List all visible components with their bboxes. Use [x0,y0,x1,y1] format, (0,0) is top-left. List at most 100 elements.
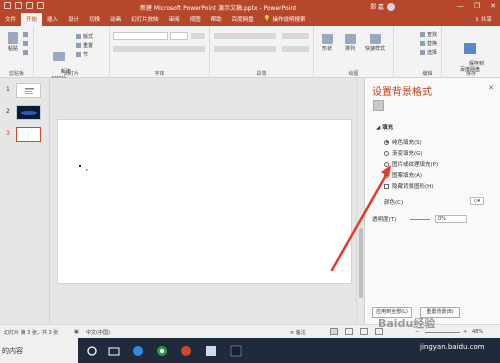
align-buttons[interactable] [214,46,276,52]
tab-slideshow[interactable]: 幻灯片放映 [126,13,164,26]
thumbnail-1-preview [25,88,34,94]
slide-thumbnail-2[interactable] [16,105,41,120]
tab-insert[interactable]: 插入 [42,13,63,26]
label-gradient-fill: 渐变填充(G) [392,151,423,157]
replace-button[interactable]: 替换 [420,40,437,47]
list-buttons[interactable] [214,33,276,39]
save-icon[interactable] [4,2,11,9]
slide-thumbnail-1[interactable] [16,83,41,98]
tab-file[interactable]: 文件 [0,13,21,26]
option-hide-background[interactable]: 隐藏背景图形(H) [384,182,433,190]
font-family-select[interactable] [113,32,168,40]
quick-styles-label: 快速样式 [364,46,385,52]
undo-icon[interactable] [15,2,22,9]
option-picture-fill[interactable]: 图片或纹理填充(P) [384,160,438,168]
minimize-button[interactable]: — [457,2,464,10]
option-gradient-fill[interactable]: 渐变填充(G) [384,149,423,157]
smartart-buttons[interactable] [282,46,309,52]
current-slide[interactable] [57,119,352,284]
tab-review[interactable]: 审阅 [164,13,185,26]
tab-design[interactable]: 设计 [63,13,84,26]
cortana-icon[interactable] [86,345,98,357]
maximize-button[interactable]: ❐ [474,2,480,10]
radio-pattern-fill[interactable] [384,172,389,178]
radio-picture-fill[interactable] [384,161,389,167]
edge-icon[interactable] [132,345,144,357]
paste-button[interactable]: 粘贴 [5,32,21,52]
radio-gradient-fill[interactable] [384,150,389,156]
fill-bucket-icon[interactable] [373,100,384,111]
group-save: 保存到 百度网盘 保存 [442,26,500,78]
section-label: 节 [83,52,89,58]
section-icon [76,52,81,57]
select-icon [420,50,425,55]
share-button[interactable]: ⇪ 共享 [475,15,492,23]
lightbulb-icon: 💡 [263,16,271,22]
zoom-slider[interactable] [425,332,460,333]
normal-view-icon[interactable] [330,328,338,335]
slide-sorter-view-icon[interactable] [345,328,353,335]
app-icon[interactable] [205,345,217,357]
scrollbar-thumb[interactable] [359,228,363,298]
video-app-icon[interactable] [230,345,242,357]
text-direction-buttons[interactable] [282,33,309,39]
browser-icon[interactable] [156,345,168,357]
powerpoint-taskbar-icon[interactable] [180,345,192,357]
group-drawing: 形状 排列 快速样式 绘图 [314,26,394,78]
checkbox-hide-background[interactable] [384,183,389,189]
paint-bucket-icon: ◇▾ [473,198,481,204]
close-button[interactable]: ✕ [490,2,496,10]
slide-thumbnail-3[interactable] [16,127,41,142]
language-indicator[interactable]: 中文(中国) [86,329,110,336]
panel-title: 设置背景格式 [372,87,432,98]
panel-close-button[interactable]: ✕ [488,84,494,92]
tab-home[interactable]: 开始 [21,13,43,26]
font-size-select[interactable] [170,32,188,40]
transparency-input[interactable]: 0% [435,215,467,223]
fill-section-header[interactable]: ◢ 填充 [376,123,393,131]
find-button[interactable]: 查找 [420,31,437,38]
user-account[interactable]: 郑 嘉 [370,2,395,11]
tab-transitions[interactable]: 切换 [84,13,105,26]
color-picker-button[interactable]: ◇▾ [470,197,484,205]
label-solid-fill: 纯色填充(S) [392,140,422,146]
option-solid-fill[interactable]: 纯色填充(S) [384,138,422,146]
cut-button[interactable] [23,32,28,37]
option-pattern-fill[interactable]: 图案填充(A) [384,171,422,179]
replace-icon [420,41,425,46]
color-label: 颜色(C) [384,200,404,206]
spellcheck-icon[interactable]: ▣ [74,329,79,335]
font-format-buttons[interactable] [113,46,205,52]
task-view-icon[interactable] [108,345,120,357]
group-label-drawing: 绘图 [348,71,359,77]
tab-help[interactable]: 帮助 [206,13,227,26]
vertical-scrollbar[interactable] [356,78,364,324]
arrange-button[interactable]: 排列 [341,34,359,52]
thumb-number-1: 1 [6,86,10,93]
format-painter-button[interactable] [23,50,28,55]
copy-icon [23,41,28,46]
font-grow-shrink-buttons[interactable] [191,33,205,39]
reset-button[interactable]: 重置 [76,42,93,49]
tell-me-search[interactable]: 💡 操作说明搜索 [259,13,311,26]
reading-view-icon[interactable] [360,328,368,335]
radio-solid-fill[interactable] [384,139,389,145]
quick-styles-button[interactable]: 快速样式 [363,34,387,52]
start-slideshow-icon[interactable] [37,2,44,9]
tab-view[interactable]: 视图 [185,13,206,26]
select-button[interactable]: 选择 [420,49,437,56]
section-button[interactable]: 节 [76,51,88,58]
transparency-slider[interactable] [410,219,430,220]
copy-button[interactable] [23,41,28,46]
slide-editing-area [51,78,356,324]
avatar[interactable] [386,2,395,11]
layout-button[interactable]: 版式 [76,33,93,40]
baidu-watermark-url: jingyan.baidu.com [420,343,485,351]
notes-button[interactable]: ≡ 备注 [290,329,306,336]
tab-baidu-netdisk[interactable]: 百度网盘 [227,13,259,26]
tab-animations[interactable]: 动画 [105,13,126,26]
taskbar-search-box[interactable]: 的内容 [0,338,78,363]
group-font: 字体 [110,26,210,78]
shape-button[interactable]: 形状 [318,34,336,52]
redo-icon[interactable] [26,2,33,9]
